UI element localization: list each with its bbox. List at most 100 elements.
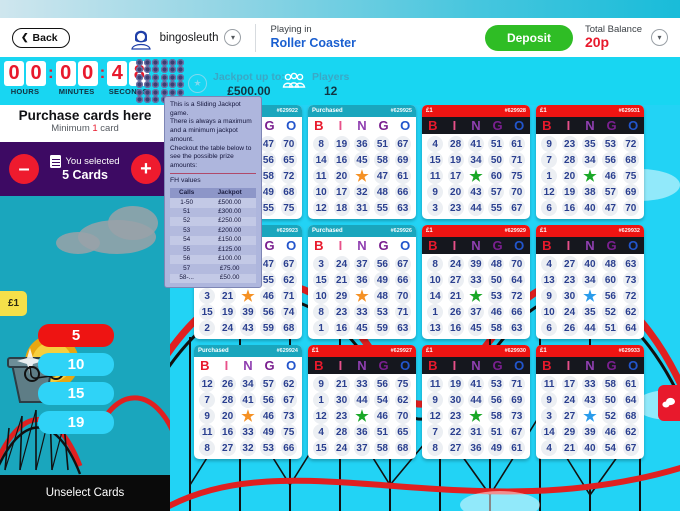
card-number-cell[interactable]: 24 [559,304,579,320]
card-number-cell[interactable]: 14 [539,424,559,440]
card-number-cell[interactable]: 70 [507,184,527,200]
card-number-cell[interactable]: 27 [217,440,237,456]
bingo-card[interactable]: £1 #629927 B I N G O 9 21 33 56 75 1 30 44 54 62 12 23 ★ 46 7… [308,345,416,459]
card-number-cell[interactable]: 21 [445,288,465,304]
card-number-cell[interactable]: 16 [331,152,351,168]
card-number-cell[interactable]: 72 [279,168,299,184]
card-number-cell[interactable]: 57 [258,376,278,392]
card-number-cell[interactable]: 44 [466,200,486,216]
card-number-cell[interactable]: 56 [600,152,620,168]
card-number-cell[interactable]: 39 [238,304,258,320]
card-number-cell[interactable]: 9 [539,136,559,152]
card-number-cell[interactable]: 24 [331,256,351,272]
card-number-cell[interactable]: 3 [425,200,445,216]
card-number-cell[interactable]: 45 [352,152,372,168]
card-number-cell[interactable]: 9 [425,392,445,408]
card-number-cell[interactable]: 11 [539,376,559,392]
card-number-cell[interactable]: 28 [445,136,465,152]
card-number-cell[interactable]: 58 [486,320,506,336]
card-number-cell[interactable]: 8 [311,136,331,152]
balance-chevron-down-icon[interactable]: ▾ [651,29,668,46]
card-number-cell[interactable]: 46 [372,408,392,424]
card-number-cell[interactable]: 62 [279,272,299,288]
bingo-card[interactable]: £1 #629928 B I N G O 4 28 41 51 61 15 19 34 50 71 11 17 ★ 60… [422,105,530,219]
card-number-cell[interactable]: 3 [539,408,559,424]
card-number-cell[interactable]: 10 [311,184,331,200]
card-number-cell[interactable]: 64 [621,392,641,408]
card-number-cell[interactable]: 70 [507,256,527,272]
card-number-cell[interactable]: 51 [486,424,506,440]
card-number-cell[interactable]: 31 [352,200,372,216]
card-number-cell[interactable]: 36 [466,440,486,456]
card-number-cell[interactable]: 26 [217,376,237,392]
card-number-cell[interactable]: 34 [580,272,600,288]
card-number-cell[interactable]: 52 [600,304,620,320]
decrease-cards-button[interactable]: – [9,154,39,184]
card-number-cell[interactable]: 51 [372,136,392,152]
card-number-cell[interactable]: 9 [539,288,559,304]
card-number-cell[interactable]: 24 [217,320,237,336]
card-number-cell[interactable]: 44 [580,320,600,336]
card-number-cell[interactable]: 19 [331,136,351,152]
card-number-cell[interactable]: 16 [331,320,351,336]
card-number-cell[interactable]: 20 [445,184,465,200]
card-number-cell[interactable]: 11 [311,168,331,184]
card-number-cell[interactable]: 8 [197,440,217,456]
card-number-cell[interactable]: 11 [425,168,445,184]
card-number-cell[interactable]: 40 [580,440,600,456]
card-number-cell[interactable]: 23 [445,200,465,216]
user-account[interactable]: bingosleuth ▾ [128,25,242,51]
card-number-cell[interactable]: 44 [352,392,372,408]
card-number-cell[interactable]: 62 [621,304,641,320]
card-number-cell[interactable]: 61 [507,136,527,152]
bingo-card[interactable]: Purchased #629926 B I N G O 3 24 37 56 67 15 21 36 49 66… [308,225,416,339]
card-number-cell[interactable]: 23 [331,408,351,424]
card-number-cell[interactable]: 14 [425,288,445,304]
card-number-cell[interactable]: 51 [486,136,506,152]
card-number-cell[interactable]: 39 [466,256,486,272]
card-number-cell[interactable]: 54 [372,392,392,408]
card-number-cell[interactable]: 8 [311,304,331,320]
card-number-cell[interactable]: 33 [580,376,600,392]
card-number-cell[interactable]: 67 [393,136,413,152]
card-number-cell[interactable]: 63 [393,320,413,336]
card-number-cell[interactable]: 68 [393,440,413,456]
card-number-cell[interactable]: 49 [486,440,506,456]
card-number-cell[interactable]: 1 [311,320,331,336]
card-number-cell[interactable]: 74 [279,304,299,320]
card-number-cell[interactable]: 68 [279,184,299,200]
quantity-option-5[interactable]: 5 [38,324,114,347]
bingo-card[interactable]: Purchased #629925 B I N G O 8 19 36 51 67 14 16 45 58 69… [308,105,416,219]
card-number-cell[interactable]: 41 [466,136,486,152]
card-number-cell[interactable]: 61 [621,376,641,392]
card-number-cell[interactable]: 56 [486,392,506,408]
card-number-cell[interactable]: 68 [621,152,641,168]
card-number-cell[interactable]: 4 [539,440,559,456]
bingo-card[interactable]: £1 #629930 B I N G O 11 19 41 53 71 9 30 44 56 69 12 23 ★ 58… [422,345,530,459]
card-number-cell[interactable]: 55 [372,200,392,216]
card-number-cell[interactable]: 33 [238,424,258,440]
card-number-cell[interactable]: 10 [311,288,331,304]
card-number-cell[interactable]: 51 [600,320,620,336]
card-number-cell[interactable]: 70 [393,408,413,424]
card-number-cell[interactable]: 69 [621,184,641,200]
card-number-cell[interactable]: 40 [580,200,600,216]
card-number-cell[interactable]: 66 [507,304,527,320]
card-number-cell[interactable]: 12 [311,200,331,216]
card-number-cell[interactable]: 43 [466,184,486,200]
card-number-cell[interactable]: 9 [197,408,217,424]
card-number-cell[interactable]: 12 [311,408,331,424]
card-number-cell[interactable]: 62 [279,376,299,392]
card-number-cell[interactable]: 4 [311,424,331,440]
quantity-option-10[interactable]: 10 [38,353,114,376]
card-number-cell[interactable]: 19 [217,304,237,320]
card-number-cell[interactable]: 48 [600,256,620,272]
card-number-cell[interactable]: 56 [372,376,392,392]
card-number-cell[interactable]: 2 [197,320,217,336]
bingo-card[interactable]: £1 #629932 B I N G O 4 27 40 48 63 13 23 34 60 73 9 30 ★ 56 7… [536,225,644,339]
card-number-cell[interactable]: 70 [621,200,641,216]
card-number-cell[interactable]: 17 [559,376,579,392]
card-number-cell[interactable]: 73 [279,408,299,424]
card-number-cell[interactable]: 60 [486,168,506,184]
card-number-cell[interactable]: 73 [507,408,527,424]
